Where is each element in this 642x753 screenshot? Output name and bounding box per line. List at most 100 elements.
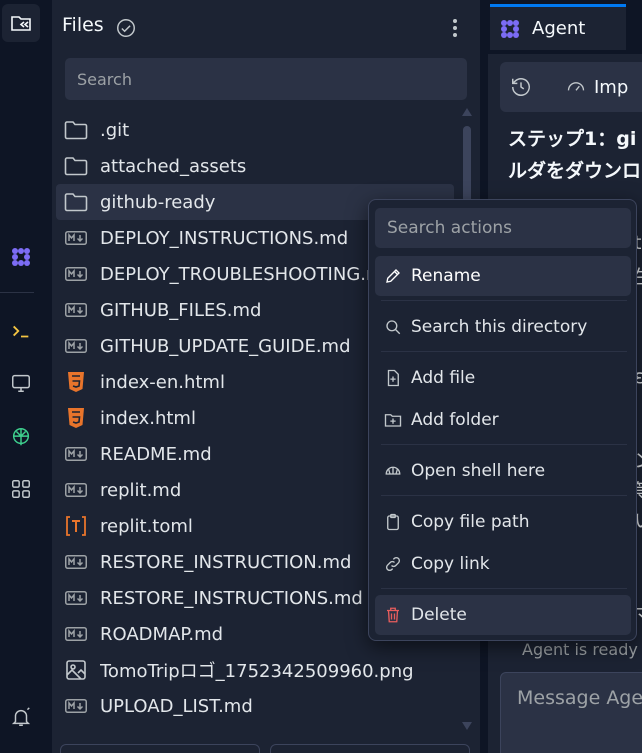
agent-logo-icon: [501, 19, 519, 38]
all-tools-icon[interactable]: [2, 470, 40, 508]
impact-label: Imp: [594, 76, 629, 98]
collapse-files-icon[interactable]: [2, 4, 40, 42]
file-name: .git: [100, 119, 130, 141]
file-name: DEPLOY_INSTRUCTIONS.md: [100, 227, 349, 249]
menu-divider: [381, 444, 627, 445]
shell-icon: [383, 461, 403, 481]
deployments-icon[interactable]: [2, 418, 40, 456]
rail-divider: [0, 292, 34, 293]
markdown-icon: [64, 694, 88, 718]
file-name: index.html: [100, 407, 196, 429]
file-name: TomoTripロゴ_1752342509960.png: [100, 661, 414, 682]
menu-item-label: Rename: [411, 266, 481, 286]
history-icon[interactable]: [510, 76, 532, 98]
menu-item-copy-link[interactable]: Copy link: [375, 544, 631, 584]
actions-search[interactable]: [375, 208, 631, 248]
link-icon: [383, 554, 403, 574]
file-name: GITHUB_UPDATE_GUIDE.md: [100, 335, 351, 357]
file-row[interactable]: attached_assets: [56, 148, 454, 184]
files-title: Files: [62, 14, 104, 36]
agent-tab-bar: Agent: [488, 0, 642, 54]
menu-divider: [381, 495, 627, 496]
impact-button[interactable]: Imp: [566, 77, 628, 98]
menu-divider: [381, 351, 627, 352]
tab-agent[interactable]: Agent: [490, 4, 626, 50]
console-icon[interactable]: [2, 312, 40, 350]
file-name: index-en.html: [100, 371, 225, 393]
tab-agent-label: Agent: [532, 18, 586, 39]
menu-item-label: Copy file path: [411, 512, 530, 532]
menu-item-open-shell[interactable]: Open shell here: [375, 451, 631, 491]
file-name: replit.md: [100, 479, 182, 501]
monitor-icon[interactable]: [2, 364, 40, 402]
markdown-icon: [64, 442, 88, 466]
file-name: RESTORE_INSTRUCTION.md: [100, 551, 352, 573]
menu-item-search-directory[interactable]: Search this directory: [375, 307, 631, 347]
scroll-down-icon[interactable]: [462, 722, 472, 730]
menu-item-label: Add file: [411, 368, 476, 388]
synced-check-icon: [115, 17, 137, 43]
files-search-input[interactable]: [77, 69, 455, 89]
markdown-icon: [64, 298, 88, 322]
image-icon: [64, 658, 88, 682]
menu-item-label: Search this directory: [411, 317, 588, 337]
folder-icon: [64, 118, 88, 142]
agent-heading-line2: ルダをダウンロ: [508, 160, 642, 182]
folder-icon: [64, 154, 88, 178]
menu-item-label: Copy link: [411, 554, 490, 574]
menu-item-label: Open shell here: [411, 461, 546, 481]
files-search[interactable]: [65, 58, 467, 100]
agent-toolbar: Imp: [500, 62, 642, 112]
notifications-icon[interactable]: [2, 698, 40, 736]
file-name: DEPLOY_TROUBLESHOOTING.md: [100, 263, 395, 285]
context-menu: Rename Search this directory Add file Ad…: [368, 199, 637, 641]
file-row[interactable]: UPLOAD_LIST.md: [56, 688, 454, 724]
gauge-icon: [567, 82, 585, 91]
menu-item-label: Delete: [411, 605, 467, 625]
menu-item-copy-file-path[interactable]: Copy file path: [375, 502, 631, 542]
menu-divider: [381, 300, 627, 301]
search-icon: [383, 317, 403, 337]
menu-item-label: Add folder: [411, 410, 499, 430]
file-name: replit.toml: [100, 515, 193, 537]
menu-divider: [381, 588, 627, 589]
file-row[interactable]: .git: [56, 112, 454, 148]
trash-icon: [383, 605, 403, 625]
markdown-icon: [64, 550, 88, 574]
scroll-up-icon[interactable]: [462, 108, 472, 116]
menu-item-add-folder[interactable]: Add folder: [375, 400, 631, 440]
file-row[interactable]: TomoTripロゴ_1752342509960.png: [56, 652, 454, 688]
bottom-tab[interactable]: [270, 744, 470, 753]
markdown-icon: [64, 586, 88, 610]
clipboard-icon: [383, 512, 403, 532]
file-name: RESTORE_INSTRUCTIONS.md: [100, 587, 363, 609]
bottom-tab[interactable]: [60, 744, 260, 753]
actions-search-input[interactable]: [387, 218, 619, 238]
menu-item-add-file[interactable]: Add file: [375, 358, 631, 398]
markdown-icon: [64, 334, 88, 358]
folder-icon: [64, 190, 88, 214]
toml-icon: [64, 514, 88, 538]
agent-message-box[interactable]: [500, 672, 642, 753]
html5-icon: [64, 406, 88, 430]
agent-message-input[interactable]: [517, 687, 642, 709]
markdown-icon: [64, 622, 88, 646]
file-name: attached_assets: [100, 155, 247, 177]
html5-icon: [64, 370, 88, 394]
more-options-icon[interactable]: [448, 14, 462, 42]
pencil-icon: [383, 266, 403, 286]
markdown-icon: [64, 262, 88, 286]
markdown-icon: [64, 478, 88, 502]
markdown-icon: [64, 226, 88, 250]
add-folder-icon: [383, 410, 403, 430]
menu-item-delete[interactable]: Delete: [375, 595, 631, 635]
file-name: ROADMAP.md: [100, 623, 224, 645]
add-file-icon: [383, 368, 403, 388]
agent-icon[interactable]: [2, 238, 40, 276]
agent-heading-line1: ステップ1：gi: [508, 128, 637, 150]
menu-item-rename[interactable]: Rename: [375, 256, 631, 296]
file-name: README.md: [100, 443, 212, 465]
file-name: GITHUB_FILES.md: [100, 299, 262, 321]
file-name: UPLOAD_LIST.md: [100, 695, 253, 717]
file-name: github-ready: [100, 191, 216, 213]
